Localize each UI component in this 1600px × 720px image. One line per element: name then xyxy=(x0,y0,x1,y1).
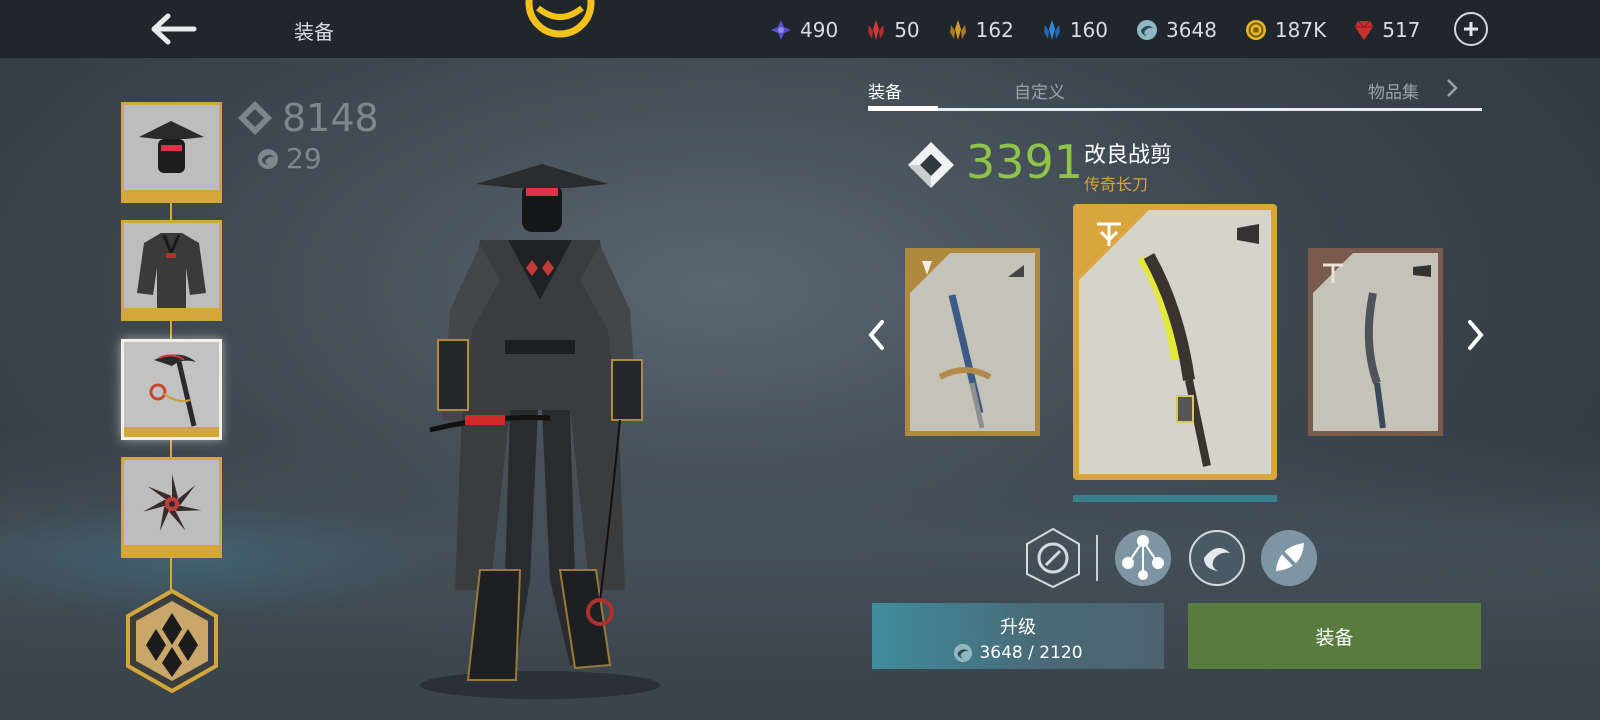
slot-armor[interactable] xyxy=(121,220,222,321)
helmet-icon xyxy=(139,121,204,173)
ruby-gem-icon xyxy=(1355,20,1374,40)
character-model xyxy=(420,164,660,699)
clan-emblem-icon[interactable] xyxy=(124,589,220,693)
war-scissors-blade-icon xyxy=(1079,210,1259,467)
tab-collection[interactable]: 物品集 xyxy=(1368,78,1419,103)
currency-spirit-orb: 3648 xyxy=(1136,18,1217,42)
currency-gold-crystal: 162 xyxy=(948,18,1014,42)
item-header: 3391 改良战剪 传奇长刀 xyxy=(906,135,1406,195)
upgrade-label: 升级 xyxy=(1000,617,1036,638)
item-type: 传奇长刀 xyxy=(1084,175,1149,194)
upgrade-cost: 3648 / 2120 xyxy=(872,643,1164,663)
gold-crystal-icon xyxy=(949,20,966,40)
locked-skill-icon[interactable] xyxy=(1024,527,1082,589)
currency-blue-crystal: 160 xyxy=(1042,18,1108,42)
currency-gold-coin: 187K xyxy=(1245,18,1326,42)
character-power: 8148 xyxy=(236,96,379,140)
carousel-next-icon[interactable] xyxy=(1464,318,1486,352)
character-level: 29 xyxy=(256,142,379,175)
spirit-swirl-icon[interactable] xyxy=(1188,527,1246,589)
slot-weapon[interactable] xyxy=(121,339,222,440)
currency-red-crystal: 50 xyxy=(866,18,920,42)
spirit-orb-icon xyxy=(954,643,973,663)
page-title: 装备 xyxy=(294,20,334,44)
level-orb-icon xyxy=(258,148,278,169)
item-tabs: 装备 自定义 物品集 xyxy=(868,74,1482,112)
slot-helmet-bar xyxy=(124,190,219,200)
tab-customize[interactable]: 自定义 xyxy=(1014,78,1065,103)
back-arrow-icon xyxy=(151,13,197,45)
item-power: 3391 xyxy=(966,135,1084,189)
sword-weapon-icon xyxy=(910,253,1024,429)
slot-armor-bar xyxy=(124,308,219,318)
purple-star-gem-icon xyxy=(771,20,791,40)
gold-coin-icon xyxy=(1245,20,1266,40)
slot-helmet[interactable] xyxy=(121,102,222,203)
shuriken-icon xyxy=(143,474,202,532)
top-bar: 装备 490 50 162 160 3648 187K 517 xyxy=(0,0,1600,58)
leaf-disabled-icon[interactable] xyxy=(1260,527,1318,589)
item-card-selected[interactable] xyxy=(1073,204,1277,480)
tab-active-indicator xyxy=(868,106,938,111)
blue-crystal-icon xyxy=(1043,20,1060,40)
item-card-previous[interactable] xyxy=(905,248,1040,436)
add-currency-button[interactable] xyxy=(1454,12,1488,46)
red-crystal-icon xyxy=(868,20,885,40)
curved-blade-icon xyxy=(1313,253,1431,429)
skill-divider xyxy=(1096,535,1098,581)
slot-ranged[interactable] xyxy=(121,457,222,558)
carousel-prev-icon[interactable] xyxy=(866,318,888,352)
skill-tree-icon[interactable] xyxy=(1114,527,1172,589)
slot-weapon-bar xyxy=(124,427,219,437)
armor-icon xyxy=(137,233,206,309)
tab-underline xyxy=(868,108,1482,111)
power-diamond-icon xyxy=(238,101,272,135)
currency-purple-gem: 490 xyxy=(770,18,838,42)
item-name: 改良战剪 xyxy=(1084,143,1173,168)
item-card-indicator xyxy=(1073,495,1277,502)
currency-ruby: 517 xyxy=(1354,18,1420,42)
upgrade-button[interactable]: 升级 3648 / 2120 xyxy=(872,603,1164,669)
equip-button[interactable]: 装备 xyxy=(1188,603,1481,669)
plus-icon xyxy=(1464,22,1478,36)
slot-ranged-bar xyxy=(124,545,219,555)
clan-logo-icon xyxy=(525,0,595,38)
skill-icons xyxy=(1024,527,1324,589)
character-stats: 8148 29 xyxy=(236,96,379,175)
back-button[interactable] xyxy=(148,10,198,48)
spirit-orb-icon xyxy=(1137,20,1158,40)
item-card-next[interactable] xyxy=(1308,248,1443,436)
weapon-kusarigama-icon xyxy=(149,354,197,427)
currency-bar: 490 50 162 160 3648 187K 517 xyxy=(770,12,1448,48)
power-diamond-icon xyxy=(908,142,954,188)
chevron-right-icon[interactable] xyxy=(1442,76,1462,100)
tab-equipment[interactable]: 装备 xyxy=(868,78,902,103)
